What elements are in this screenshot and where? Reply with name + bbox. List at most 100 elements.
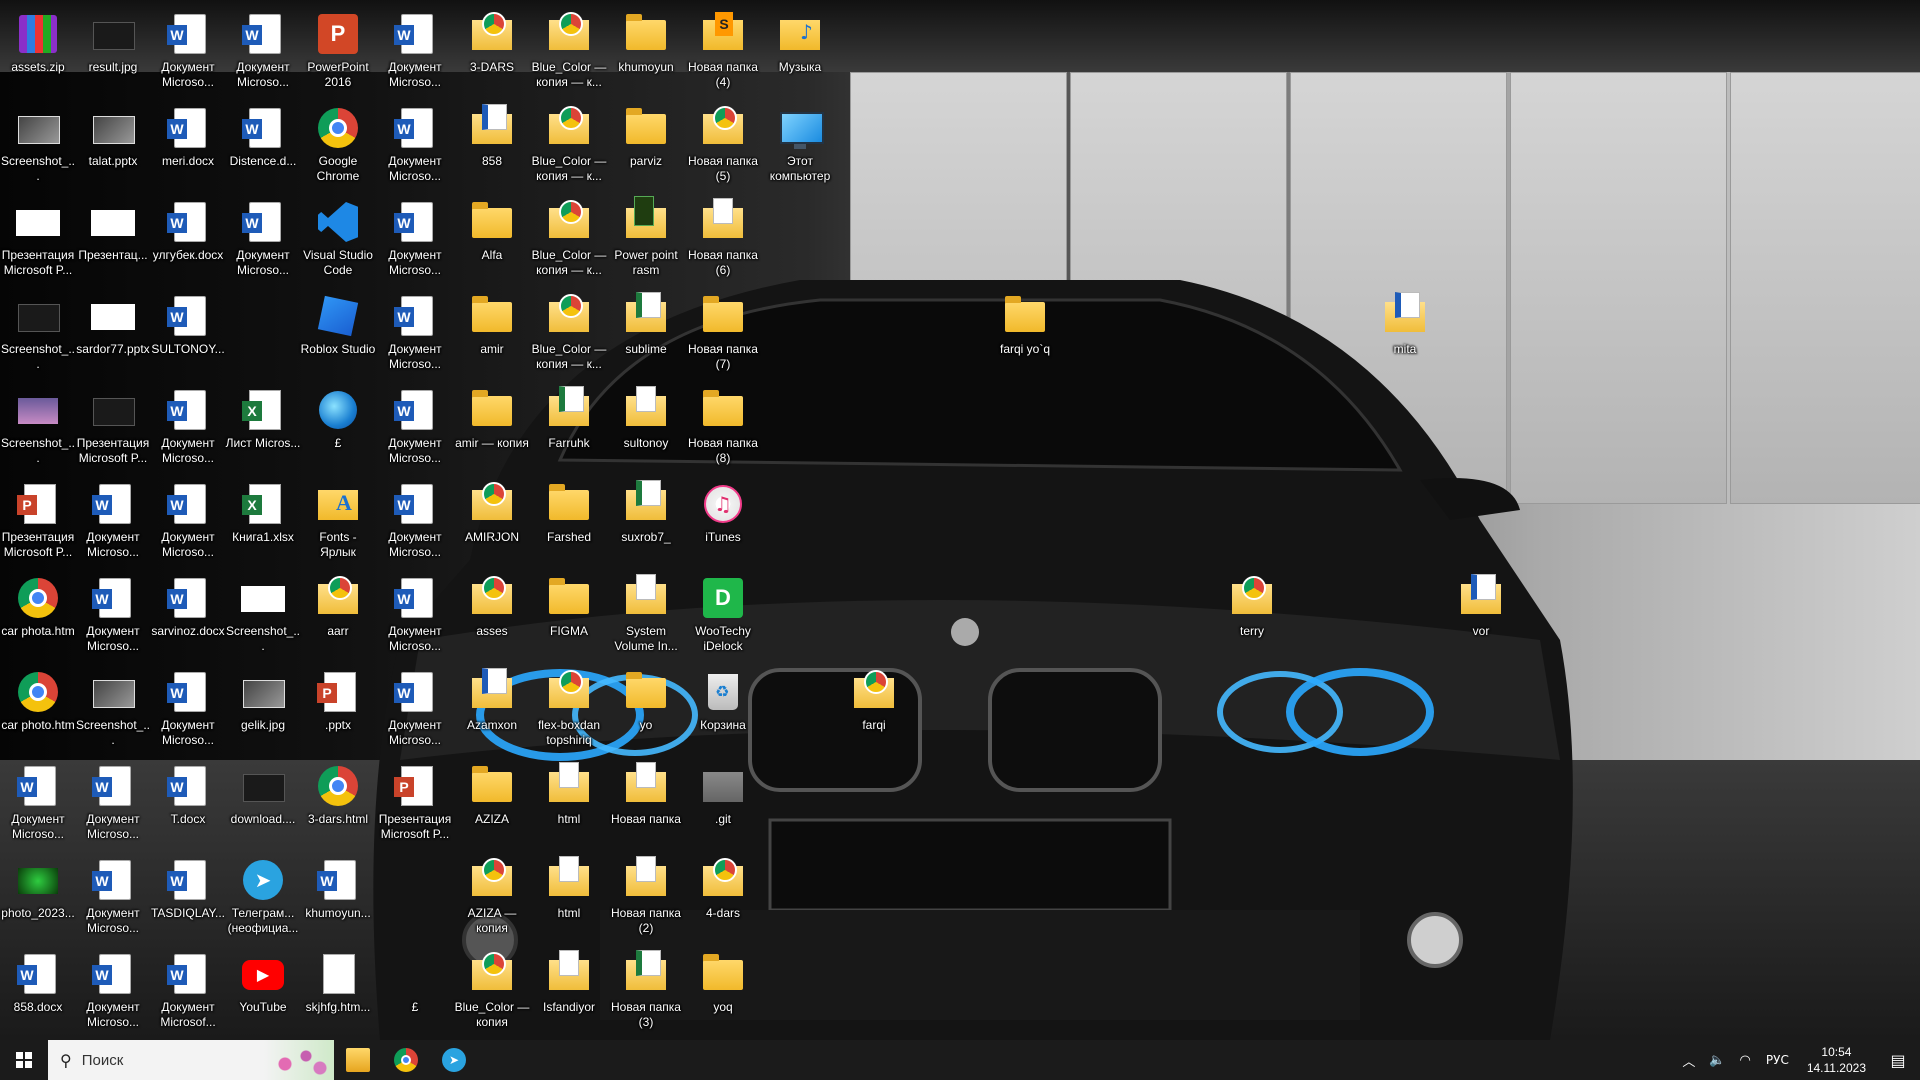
desktop-icon[interactable]: Roblox Studio <box>300 286 376 376</box>
taskbar-chrome[interactable] <box>382 1040 430 1080</box>
desktop-icon[interactable]: amir — копия <box>454 380 530 470</box>
desktop-icon[interactable]: £ <box>300 380 376 470</box>
desktop-icon[interactable]: Документ Microso... <box>75 568 151 658</box>
desktop-icon[interactable]: html <box>531 850 607 940</box>
desktop-icon[interactable]: Документ Microso... <box>75 474 151 564</box>
desktop-icon[interactable]: Корзина <box>685 662 761 752</box>
desktop-icon[interactable]: result.jpg <box>75 4 151 94</box>
desktop-icon[interactable]: Farruhk <box>531 380 607 470</box>
desktop-icon[interactable]: sublime <box>608 286 684 376</box>
desktop-icon[interactable]: Документ Microso... <box>75 850 151 940</box>
desktop-icon[interactable]: AMIRJON <box>454 474 530 564</box>
taskbar-file-explorer[interactable] <box>334 1040 382 1080</box>
desktop-icon[interactable]: SULTONOY... <box>150 286 226 376</box>
desktop-icon[interactable]: Alfa <box>454 192 530 282</box>
desktop-icon[interactable]: talat.pptx <box>75 98 151 188</box>
desktop-icon[interactable]: Screenshot_... <box>225 568 301 658</box>
desktop-icon[interactable]: Документ Microso... <box>377 192 453 282</box>
desktop-icon[interactable]: car photo.htm <box>0 662 76 752</box>
desktop-icon[interactable]: mita <box>1367 286 1443 376</box>
desktop-icon[interactable]: Этот компьютер <box>762 98 838 188</box>
desktop-icon[interactable]: 858 <box>454 98 530 188</box>
desktop-icon[interactable]: Screenshot_... <box>0 286 76 376</box>
desktop-icon[interactable]: Blue_Color — копия — к... <box>531 192 607 282</box>
desktop-icon[interactable]: vor <box>1443 568 1519 658</box>
desktop-icon[interactable]: assets.zip <box>0 4 76 94</box>
desktop-icon[interactable]: Новая папка (4) <box>685 4 761 94</box>
desktop-icon[interactable]: Презентация Microsoft P... <box>0 192 76 282</box>
desktop-icon[interactable]: html <box>531 756 607 846</box>
desktop-icon[interactable]: yo <box>608 662 684 752</box>
desktop-icon[interactable]: Google Chrome <box>300 98 376 188</box>
desktop-icon[interactable]: skjhfg.htm... <box>300 944 376 1034</box>
desktop-icon[interactable]: Документ Microso... <box>150 380 226 470</box>
desktop-icon[interactable]: khumoyun... <box>300 850 376 940</box>
desktop-icon[interactable]: Fonts - Ярлык <box>300 474 376 564</box>
desktop-icon[interactable]: Blue_Color — копия <box>454 944 530 1034</box>
desktop-icon[interactable]: Документ Microso... <box>75 756 151 846</box>
desktop-icon[interactable]: T.docx <box>150 756 226 846</box>
desktop-icon[interactable]: photo_2023... <box>0 850 76 940</box>
desktop-icon[interactable]: Новая папка <box>608 756 684 846</box>
desktop-icon[interactable]: Isfandiyor <box>531 944 607 1034</box>
desktop-icon[interactable]: Документ Microsof... <box>150 944 226 1034</box>
desktop-icon[interactable]: meri.docx <box>150 98 226 188</box>
desktop-icon[interactable]: Документ Microso... <box>377 286 453 376</box>
desktop-icon[interactable]: Документ Microso... <box>150 4 226 94</box>
clock[interactable]: 10:54 14.11.2023 <box>1797 1044 1876 1076</box>
desktop-icon[interactable]: FIGMA <box>531 568 607 658</box>
desktop-icon[interactable]: sardor77.pptx <box>75 286 151 376</box>
desktop-icon[interactable]: AZIZA — копия <box>454 850 530 940</box>
desktop-icon[interactable]: Новая папка (8) <box>685 380 761 470</box>
desktop-icon[interactable]: Документ Microso... <box>377 4 453 94</box>
desktop-icon[interactable]: sarvinoz.docx <box>150 568 226 658</box>
desktop-icon[interactable]: Книга1.xlsx <box>225 474 301 564</box>
desktop-icon[interactable]: terry <box>1214 568 1290 658</box>
desktop-icon[interactable]: TASDIQLAY... <box>150 850 226 940</box>
desktop-icon[interactable]: ➤ Телеграм... (неофициа... <box>225 850 301 940</box>
desktop-icon[interactable]: Музыка <box>762 4 838 94</box>
desktop-icon[interactable]: Новая папка (7) <box>685 286 761 376</box>
desktop-icon[interactable]: Screenshot_... <box>75 662 151 752</box>
desktop-icon[interactable]: suxrob7_ <box>608 474 684 564</box>
desktop-icon[interactable]: yoq <box>685 944 761 1034</box>
desktop-icon[interactable]: khumoyun <box>608 4 684 94</box>
desktop-icon[interactable]: Документ Microso... <box>75 944 151 1034</box>
volume-icon[interactable]: 🔈 <box>1702 1053 1732 1068</box>
desktop-icon[interactable]: Новая папка (6) <box>685 192 761 282</box>
desktop-icon[interactable]: asses <box>454 568 530 658</box>
desktop-icon[interactable]: 3-DARS <box>454 4 530 94</box>
desktop-icon[interactable]: amir <box>454 286 530 376</box>
desktop-icon[interactable]: улгубек.docx <box>150 192 226 282</box>
desktop-icon[interactable]: Документ Microso... <box>0 756 76 846</box>
wifi-icon[interactable]: ◠ <box>1733 1053 1758 1068</box>
desktop-icon[interactable]: sultonoy <box>608 380 684 470</box>
desktop-icon[interactable]: Blue_Color — копия — к... <box>531 286 607 376</box>
desktop-icon[interactable]: D WooTechy iDelock <box>685 568 761 658</box>
desktop-icon[interactable]: Документ Microso... <box>377 380 453 470</box>
desktop-icon[interactable]: Документ Microso... <box>150 474 226 564</box>
desktop-icon[interactable]: Документ Microso... <box>377 662 453 752</box>
desktop-icon[interactable]: £ <box>377 944 453 1034</box>
desktop-icon[interactable]: farqi yo`q <box>987 286 1063 376</box>
desktop-icon[interactable]: Screenshot_... <box>0 98 76 188</box>
desktop-icon[interactable]: gelik.jpg <box>225 662 301 752</box>
start-button[interactable] <box>0 1040 48 1080</box>
desktop-icon[interactable]: Screenshot_... <box>0 380 76 470</box>
desktop-icon[interactable]: Документ Microso... <box>377 474 453 564</box>
desktop-icon[interactable]: P PowerPoint 2016 <box>300 4 376 94</box>
desktop-icon[interactable]: ▶ YouTube <box>225 944 301 1034</box>
desktop-icon[interactable]: Новая папка (3) <box>608 944 684 1034</box>
desktop-icon[interactable]: System Volume In... <box>608 568 684 658</box>
notifications-icon[interactable]: ▤ <box>1876 1040 1920 1080</box>
desktop-icon[interactable]: Azamxon <box>454 662 530 752</box>
desktop-icon[interactable]: .git <box>685 756 761 846</box>
desktop-icon[interactable]: Презентация Microsoft P... <box>75 380 151 470</box>
desktop-icon[interactable]: Документ Microso... <box>377 568 453 658</box>
desktop-icon[interactable]: flex-boxdan topshiriq <box>531 662 607 752</box>
desktop-icon[interactable]: 3-dars.html <box>300 756 376 846</box>
taskbar-telegram[interactable]: ➤ <box>430 1040 478 1080</box>
desktop-icon[interactable]: Презентац... <box>75 192 151 282</box>
desktop-icon[interactable]: Новая папка (2) <box>608 850 684 940</box>
chevron-up-icon[interactable]: ︿ <box>1675 1051 1702 1070</box>
